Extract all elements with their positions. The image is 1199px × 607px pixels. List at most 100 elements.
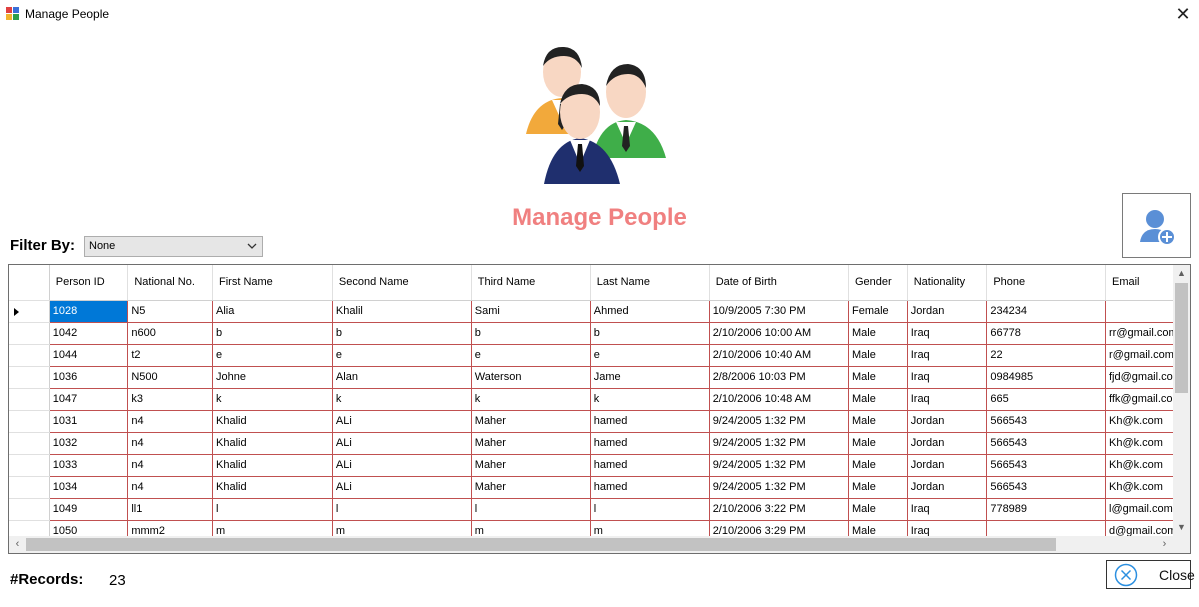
table-cell[interactable]: k: [212, 388, 333, 411]
table-cell[interactable]: Jame: [590, 366, 710, 389]
table-cell[interactable]: Khalil: [332, 300, 472, 323]
table-cell[interactable]: Male: [848, 388, 908, 411]
row-header[interactable]: [9, 498, 50, 521]
window-close-button[interactable]: ✕: [1167, 0, 1199, 28]
table-cell[interactable]: Iraq: [907, 366, 988, 389]
table-cell[interactable]: [1105, 300, 1183, 323]
table-cell[interactable]: b: [471, 322, 591, 345]
table-cell[interactable]: Male: [848, 454, 908, 477]
table-cell[interactable]: 2/10/2006 10:40 AM: [709, 344, 850, 367]
column-header[interactable]: Last Name: [590, 265, 710, 301]
table-cell[interactable]: t2: [127, 344, 214, 367]
table-cell[interactable]: 10/9/2005 7:30 PM: [709, 300, 850, 323]
table-cell[interactable]: e: [212, 344, 333, 367]
table-cell[interactable]: 9/24/2005 1:32 PM: [709, 454, 850, 477]
table-cell[interactable]: 566543: [986, 410, 1106, 433]
table-cell[interactable]: hamed: [590, 410, 710, 433]
table-cell[interactable]: n4: [127, 410, 214, 433]
row-header[interactable]: [9, 344, 50, 367]
people-grid[interactable]: Person ID National No. First Name Second Na…: [8, 264, 1191, 554]
table-cell[interactable]: hamed: [590, 476, 710, 499]
filter-select[interactable]: None: [84, 236, 263, 257]
table-cell[interactable]: n4: [127, 432, 214, 455]
table-cell[interactable]: ll1: [127, 498, 214, 521]
scroll-up-icon[interactable]: ▲: [1173, 265, 1190, 282]
table-cell[interactable]: hamed: [590, 454, 710, 477]
table-cell[interactable]: 566543: [986, 476, 1106, 499]
table-cell[interactable]: 9/24/2005 1:32 PM: [709, 476, 850, 499]
table-cell[interactable]: Male: [848, 476, 908, 499]
table-cell[interactable]: Kh@k.com: [1105, 454, 1183, 477]
table-cell[interactable]: k3: [127, 388, 214, 411]
table-row[interactable]: 1034 n4 Khalid ALi Maher hamed 9/24/2005 1:32 …: [9, 476, 1190, 499]
table-cell[interactable]: 22: [986, 344, 1106, 367]
table-cell[interactable]: 1049: [49, 498, 129, 521]
table-cell[interactable]: Khalid: [212, 476, 333, 499]
table-cell[interactable]: Iraq: [907, 322, 988, 345]
table-cell[interactable]: b: [590, 322, 710, 345]
table-cell[interactable]: Maher: [471, 476, 591, 499]
table-cell[interactable]: 2/8/2006 10:03 PM: [709, 366, 850, 389]
table-cell[interactable]: Male: [848, 410, 908, 433]
table-cell[interactable]: ALi: [332, 432, 472, 455]
horizontal-scroll-thumb[interactable]: [26, 538, 1056, 551]
close-button[interactable]: Close: [1106, 560, 1195, 589]
table-cell[interactable]: ALi: [332, 454, 472, 477]
table-cell[interactable]: k: [590, 388, 710, 411]
table-cell[interactable]: Male: [848, 322, 908, 345]
column-header[interactable]: Third Name: [471, 265, 591, 301]
table-cell[interactable]: l@gmail.com: [1105, 498, 1183, 521]
table-cell[interactable]: Jordan: [907, 454, 988, 477]
table-cell[interactable]: Iraq: [907, 498, 988, 521]
table-cell[interactable]: 234234: [986, 300, 1106, 323]
add-person-button[interactable]: [1122, 193, 1191, 258]
row-header[interactable]: [9, 300, 50, 323]
table-row[interactable]: 1031 n4 Khalid ALi Maher hamed 9/24/2005 1:32 …: [9, 410, 1190, 433]
table-cell[interactable]: b: [212, 322, 333, 345]
scroll-down-icon[interactable]: ▼: [1173, 519, 1190, 536]
table-cell[interactable]: 1042: [49, 322, 129, 345]
table-cell[interactable]: Female: [848, 300, 908, 323]
table-cell[interactable]: e: [332, 344, 472, 367]
table-row[interactable]: 1049 ll1 l l l l 2/10/2006 3:22 PM Male Iraq 7789…: [9, 498, 1190, 521]
table-cell[interactable]: 1032: [49, 432, 129, 455]
table-cell[interactable]: 0984985: [986, 366, 1106, 389]
table-cell[interactable]: N5: [127, 300, 214, 323]
table-cell[interactable]: 1031: [49, 410, 129, 433]
table-cell[interactable]: 2/10/2006 3:22 PM: [709, 498, 850, 521]
table-cell[interactable]: 1044: [49, 344, 129, 367]
table-cell[interactable]: 1047: [49, 388, 129, 411]
table-cell[interactable]: r@gmail.com: [1105, 344, 1183, 367]
table-cell[interactable]: l: [212, 498, 333, 521]
table-cell[interactable]: n600: [127, 322, 214, 345]
table-cell[interactable]: 778989: [986, 498, 1106, 521]
column-header[interactable]: Email: [1105, 265, 1183, 301]
table-cell[interactable]: 665: [986, 388, 1106, 411]
table-cell[interactable]: Khalid: [212, 410, 333, 433]
column-header[interactable]: Nationality: [907, 265, 988, 301]
vertical-scroll-thumb[interactable]: [1175, 283, 1188, 393]
table-cell[interactable]: rr@gmail.com: [1105, 322, 1183, 345]
table-cell[interactable]: Alan: [332, 366, 472, 389]
table-cell[interactable]: e: [471, 344, 591, 367]
table-cell[interactable]: Jordan: [907, 476, 988, 499]
table-cell[interactable]: fjd@gmail.com: [1105, 366, 1183, 389]
row-header[interactable]: [9, 388, 50, 411]
table-row[interactable]: 1044 t2 e e e e 2/10/2006 10:40 AM Male Iraq 22 r@…: [9, 344, 1190, 367]
table-cell[interactable]: Male: [848, 344, 908, 367]
table-cell[interactable]: Maher: [471, 410, 591, 433]
table-cell[interactable]: Alia: [212, 300, 333, 323]
row-header[interactable]: [9, 410, 50, 433]
table-cell[interactable]: Waterson: [471, 366, 591, 389]
table-cell[interactable]: 1033: [49, 454, 129, 477]
table-cell[interactable]: Male: [848, 432, 908, 455]
row-header[interactable]: [9, 454, 50, 477]
table-row[interactable]: 1042 n600 b b b b 2/10/2006 10:00 AM Male Iraq 66…: [9, 322, 1190, 345]
table-cell[interactable]: Kh@k.com: [1105, 432, 1183, 455]
table-cell[interactable]: 66778: [986, 322, 1106, 345]
table-cell[interactable]: Kh@k.com: [1105, 476, 1183, 499]
table-cell[interactable]: Jordan: [907, 432, 988, 455]
table-row[interactable]: 1032 n4 Khalid ALi Maher hamed 9/24/2005 1:32 …: [9, 432, 1190, 455]
row-header[interactable]: [9, 366, 50, 389]
table-cell[interactable]: Male: [848, 366, 908, 389]
